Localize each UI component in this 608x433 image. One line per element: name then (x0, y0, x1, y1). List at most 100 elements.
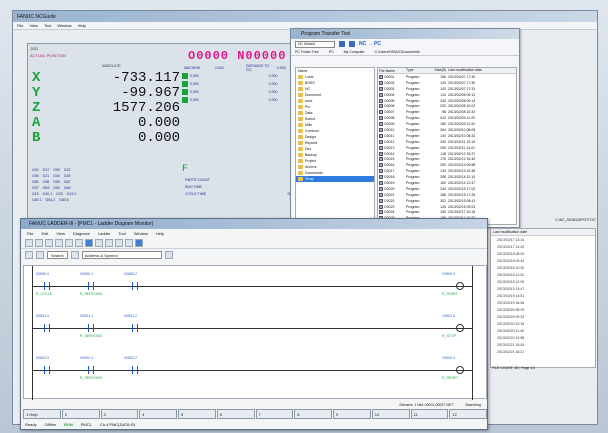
ladder-title-bar[interactable]: FANUC LADDER-III - [PMC1 - Ladder Diagra… (21, 219, 487, 229)
nc-list-row[interactable]: 2013/02/20 12:58 (491, 334, 595, 341)
nc-list-row[interactable]: 2013/02/20 10:16 (491, 320, 595, 327)
file-name-cell: O0002 (378, 80, 406, 85)
monitor-icon[interactable] (85, 238, 93, 247)
ladder-menu-item[interactable]: View (56, 231, 65, 236)
transfer-direction[interactable]: NC → PC (359, 41, 381, 47)
nc-list-row[interactable]: 2013/02/18 12:05 (491, 278, 595, 285)
fkey-button[interactable]: 3 (100, 409, 139, 419)
find-next-icon[interactable] (36, 251, 44, 259)
search-button[interactable]: Search (47, 251, 68, 259)
fkey-button[interactable]: 11 (410, 409, 449, 419)
print-icon[interactable] (70, 251, 79, 259)
copy-icon[interactable] (65, 238, 73, 247)
file-name-cell: O0018 (378, 175, 406, 180)
new-icon[interactable] (25, 238, 33, 247)
col-header[interactable]: File Name (378, 68, 406, 73)
ladder-menu-item[interactable]: Edit (41, 231, 48, 236)
zoom-icon[interactable] (95, 238, 103, 247)
cnc-menu-window[interactable]: Window (57, 23, 71, 28)
cnc-menu-tool[interactable]: Tool (44, 23, 51, 28)
contact-symbol[interactable] (86, 282, 96, 290)
nc-list-row[interactable]: 2013/02/17 14:02 (491, 243, 595, 250)
file-name: O0012 (384, 139, 395, 144)
transfer-title-bar[interactable]: Program Transfer Tool (291, 29, 519, 39)
coil-symbol[interactable] (456, 366, 464, 374)
fkey-button[interactable]: 5 (178, 409, 216, 419)
contact-symbol[interactable] (42, 366, 52, 374)
col-header[interactable]: Size(B) (434, 68, 448, 73)
fkey-button[interactable]: 12 (449, 409, 487, 419)
line-icon[interactable] (125, 238, 133, 247)
cnc-menu-file[interactable]: File (17, 23, 23, 28)
info-row: RUN TIME0H 0M (182, 185, 306, 192)
ladder-menu-item[interactable]: Tool (118, 231, 125, 236)
nc-list-row[interactable]: 2013/02/18 08:20 (491, 250, 595, 257)
cnc-menu-view[interactable]: View (29, 23, 38, 28)
nc-list-row[interactable]: 2013/02/19 14:51 (491, 292, 595, 299)
cnc-title-bar[interactable]: FANUC NCGuide (13, 11, 597, 22)
fkey-button[interactable]: 7 (255, 409, 294, 419)
nc-list-row[interactable]: 2013/02/19 13:47 (491, 285, 595, 292)
file-name-cell: O0004 (378, 92, 406, 97)
ladder-diagram[interactable]: X0000.0 R_CYCLE X0000.1 R_SERVOON X0000.… (23, 265, 487, 400)
copy-icon[interactable] (349, 41, 355, 47)
contact-icon[interactable] (105, 238, 113, 247)
cnc-menu-help[interactable]: Help (78, 23, 86, 28)
contact-symbol[interactable] (42, 324, 52, 332)
nc-list-row[interactable]: 2013/02/20 08:29 (491, 306, 595, 313)
ladder-menu-item[interactable]: Window (134, 231, 148, 236)
display-mode-select[interactable]: Address & Symbol (81, 251, 162, 259)
settings-icon[interactable] (164, 251, 173, 259)
ladder-menu-item[interactable]: Help (156, 231, 164, 236)
coil-symbol[interactable] (456, 282, 464, 290)
col-header[interactable]: Last modification date (448, 68, 516, 73)
nc-list-row[interactable]: 2013/02/21 16:21 (491, 348, 595, 355)
col-header[interactable]: Type (406, 68, 434, 73)
fkey-button[interactable]: 8 (294, 409, 332, 419)
nc-list-row[interactable]: 2013/02/20 09:33 (491, 313, 595, 320)
contact-symbol[interactable] (42, 282, 52, 290)
axis-label: B (32, 129, 41, 146)
contact-symbol[interactable] (130, 366, 140, 374)
coil-icon[interactable] (115, 238, 123, 247)
ladder-menu-item[interactable]: Diagnose (73, 231, 90, 236)
contact-symbol[interactable] (130, 282, 140, 290)
nc-list-row[interactable]: 2013/02/18 10:30 (491, 264, 595, 271)
contact-symbol[interactable] (130, 324, 140, 332)
axis-row: B 0.000 (32, 129, 182, 146)
nc-select[interactable]: NC Default (295, 40, 335, 48)
folder-icon (298, 111, 303, 115)
nc-list-row[interactable]: 2013/02/19 16:08 (491, 299, 595, 306)
nc-list-row[interactable]: 2013/02/17 13:14 (491, 236, 595, 243)
nc-list-row[interactable]: 2013/02/18 11:22 (491, 271, 595, 278)
nc-list-row[interactable]: 2013/02/20 11:45 (491, 327, 595, 334)
ladder-menu-item[interactable]: File (27, 231, 33, 236)
fkey-button[interactable]: 1 Help (23, 409, 61, 419)
fkey-button[interactable]: 6 (216, 409, 255, 419)
nc-list-row[interactable]: 2013/02/18 09:44 (491, 257, 595, 264)
open-icon[interactable] (35, 238, 43, 247)
nc-list-header[interactable]: Last modification date (491, 229, 595, 236)
folder-icon (298, 75, 303, 79)
file-type: Program (406, 92, 420, 97)
folder-icon (298, 87, 303, 91)
ladder-menu-item[interactable]: Ladder (98, 231, 110, 236)
coil-symbol[interactable] (456, 324, 464, 332)
paste-icon[interactable] (75, 238, 83, 247)
fkey-button[interactable]: 4 (139, 409, 177, 419)
file-type: Program (406, 198, 420, 203)
run-icon[interactable] (135, 238, 143, 247)
fkey-button[interactable]: 2 (61, 409, 100, 419)
cut-icon[interactable] (55, 238, 63, 247)
fkey-button[interactable]: 10 (371, 409, 410, 419)
save-icon[interactable] (45, 238, 53, 247)
coil-symbol-label: R_RESET (442, 376, 459, 380)
contact-symbol[interactable] (86, 324, 96, 332)
contact-symbol[interactable] (86, 366, 96, 374)
fkey-button[interactable]: 9 (333, 409, 371, 419)
nc-list-row[interactable]: 2013/02/21 15:04 (491, 341, 595, 348)
tree-node-selected[interactable]: Temp (296, 176, 374, 182)
find-icon[interactable] (25, 251, 33, 259)
file-name: O0004 (384, 92, 395, 97)
delete-icon[interactable] (339, 41, 345, 47)
